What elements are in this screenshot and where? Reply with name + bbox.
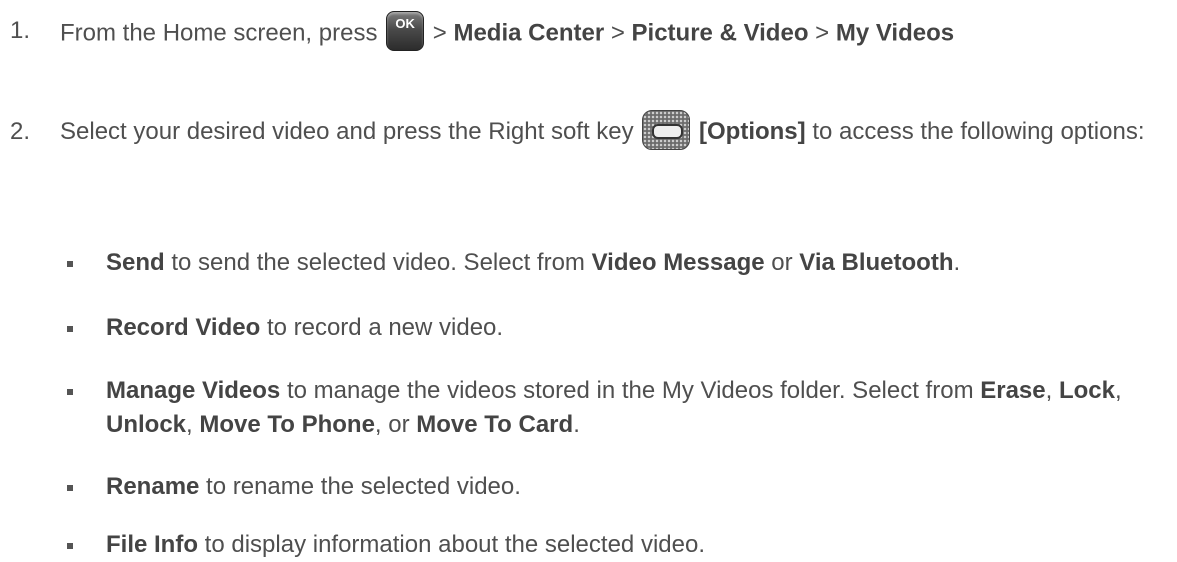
- option-value: Via Bluetooth: [799, 249, 954, 276]
- bullet-icon: [67, 389, 73, 395]
- path-separator: >: [432, 19, 447, 47]
- option-term: File Info: [106, 531, 198, 558]
- punctuation: .: [953, 249, 961, 276]
- option-value: Video Message: [591, 249, 765, 276]
- option-description: to rename the selected video.: [206, 473, 521, 500]
- right-soft-key-icon: [642, 109, 691, 150]
- connector-text: or: [388, 411, 410, 438]
- punctuation: ,: [186, 411, 193, 438]
- path-picture-video: Picture & Video: [631, 19, 809, 47]
- list-item-text: File Info to display information about t…: [106, 528, 1166, 562]
- option-term: Manage Videos: [106, 377, 281, 404]
- bullet-icon: [67, 543, 73, 549]
- list-item-text: Record Video to record a new video.: [106, 311, 1166, 345]
- ok-key-icon: OK: [386, 11, 425, 51]
- connector-text: or: [771, 249, 793, 276]
- option-value: Lock: [1058, 377, 1115, 404]
- step-prefix: From the Home screen, press: [60, 19, 378, 47]
- option-description: to send the selected video. Select from: [171, 249, 585, 276]
- step-number: 1.: [10, 17, 31, 44]
- path-separator: >: [815, 19, 830, 47]
- ok-key-label: OK: [395, 16, 415, 31]
- options-label: [Options]: [699, 118, 806, 145]
- path-my-videos: My Videos: [835, 19, 955, 47]
- option-value: Move To Card: [416, 411, 574, 438]
- option-value: Unlock: [106, 411, 187, 438]
- bullet-icon: [67, 261, 73, 267]
- list-item-text: Manage Videos to manage the videos store…: [106, 374, 1166, 442]
- punctuation: ,: [1045, 377, 1053, 404]
- step-prefix: Select your desired video and press the …: [60, 118, 634, 145]
- path-separator: >: [610, 19, 625, 47]
- punctuation: .: [573, 411, 580, 438]
- list-item-text: Send to send the selected video. Select …: [106, 246, 1166, 280]
- option-term: Record Video: [106, 314, 261, 341]
- option-term: Rename: [106, 473, 200, 500]
- list-item-text: Rename to rename the selected video.: [106, 470, 1166, 504]
- option-description: to record a new video.: [266, 314, 504, 341]
- step-text: Select your desired video and press the …: [60, 109, 1160, 155]
- punctuation: ,: [1114, 377, 1122, 404]
- option-description: to display information about the selecte…: [204, 531, 705, 558]
- bullet-icon: [67, 326, 73, 332]
- step-suffix: to access the following options:: [812, 118, 1145, 145]
- option-value: Erase: [980, 377, 1046, 404]
- step-number: 2.: [10, 118, 31, 145]
- bullet-icon: [67, 485, 73, 491]
- option-term: Send: [106, 249, 165, 276]
- option-description: to manage the videos stored in the My Vi…: [286, 377, 974, 404]
- path-media-center: Media Center: [453, 19, 605, 47]
- step-text: From the Home screen, press OK > Media C…: [60, 11, 1160, 54]
- punctuation: ,: [374, 411, 382, 438]
- option-value: Move To Phone: [199, 411, 375, 438]
